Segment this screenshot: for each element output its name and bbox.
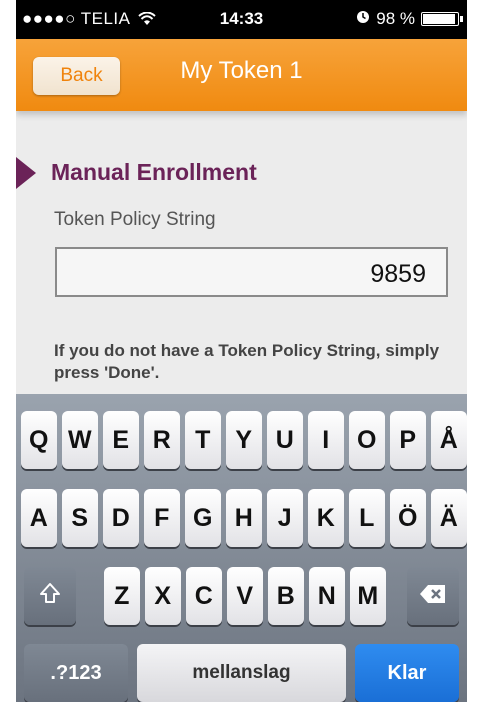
key-h[interactable]: H	[226, 489, 262, 547]
phone-screen: ●●●●○ TELIA 14:33 98 % Back My Token 1 M…	[16, 0, 467, 702]
delete-key[interactable]	[407, 567, 459, 625]
key-a[interactable]: A	[21, 489, 57, 547]
key-i[interactable]: I	[308, 411, 344, 469]
battery-icon	[421, 12, 463, 26]
key-p[interactable]: P	[390, 411, 426, 469]
key-ä[interactable]: Ä	[431, 489, 467, 547]
section-title: Manual Enrollment	[51, 159, 257, 185]
section-marker-icon	[16, 157, 36, 189]
key-c[interactable]: C	[186, 567, 222, 625]
delete-backspace-icon	[419, 582, 447, 611]
key-m[interactable]: M	[350, 567, 386, 625]
key-s[interactable]: S	[62, 489, 98, 547]
key-u[interactable]: U	[267, 411, 303, 469]
key-e[interactable]: E	[103, 411, 139, 469]
key-z[interactable]: Z	[104, 567, 140, 625]
key-w[interactable]: W	[62, 411, 98, 469]
page-title: My Token 1	[180, 57, 303, 84]
key-b[interactable]: B	[268, 567, 304, 625]
key-f[interactable]: F	[144, 489, 180, 547]
navigation-bar: Back My Token 1	[16, 39, 467, 111]
key-x[interactable]: X	[145, 567, 181, 625]
key-j[interactable]: J	[267, 489, 303, 547]
key-l[interactable]: L	[349, 489, 385, 547]
token-policy-input[interactable]: 9859	[55, 247, 448, 297]
status-bar: ●●●●○ TELIA 14:33 98 %	[16, 0, 467, 39]
key-v[interactable]: V	[227, 567, 263, 625]
key-d[interactable]: D	[103, 489, 139, 547]
battery-percentage: 98 %	[376, 9, 415, 28]
key-o[interactable]: O	[349, 411, 385, 469]
key-q[interactable]: Q	[21, 411, 57, 469]
status-right: 98 %	[356, 9, 463, 29]
done-key[interactable]: Klar	[355, 644, 459, 702]
space-key[interactable]: mellanslag	[137, 644, 346, 702]
token-policy-label: Token Policy String	[54, 209, 216, 230]
hint-text: If you do not have a Token Policy String…	[54, 341, 440, 382]
key-ö[interactable]: Ö	[390, 489, 426, 547]
key-g[interactable]: G	[185, 489, 221, 547]
key-n[interactable]: N	[309, 567, 345, 625]
key-r[interactable]: R	[144, 411, 180, 469]
key-å[interactable]: Å	[431, 411, 467, 469]
key-t[interactable]: T	[185, 411, 221, 469]
keyboard: QWERTYUIOPÅ ASDFGHJKLÖÄ ZXCVBNM .?123 me…	[16, 394, 467, 702]
shift-key[interactable]	[24, 567, 76, 625]
key-k[interactable]: K	[308, 489, 344, 547]
numbers-key[interactable]: .?123	[24, 644, 128, 702]
alarm-clock-icon	[356, 9, 370, 29]
key-y[interactable]: Y	[226, 411, 262, 469]
shift-icon	[39, 582, 61, 611]
